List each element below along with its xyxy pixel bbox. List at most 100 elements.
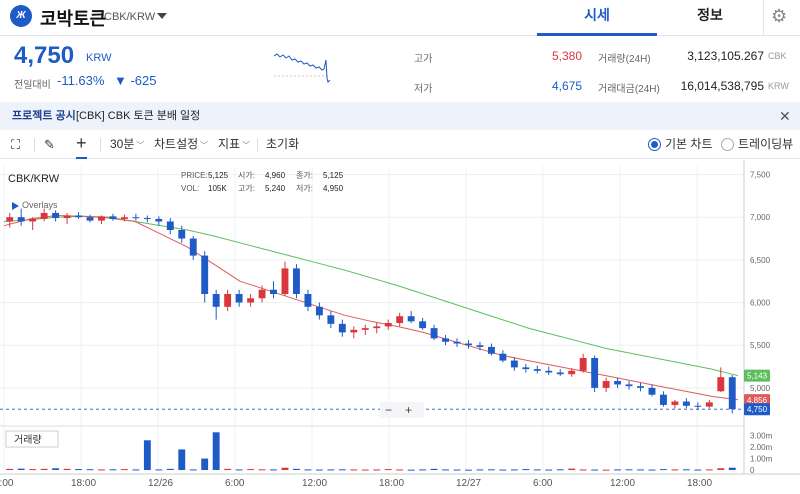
ohlc-price-label: PRICE: <box>181 171 208 180</box>
volume-bar <box>373 469 381 471</box>
candle-body <box>235 294 243 303</box>
ohlc-open-label: 시가: <box>238 171 255 180</box>
tab-info[interactable]: 정보 <box>650 0 770 36</box>
ohlc-high-value: 5,240 <box>265 184 286 193</box>
volume-bar <box>602 469 610 471</box>
candle-body <box>247 298 255 303</box>
notice-text[interactable]: [CBK] CBK 토큰 분배 일정 <box>76 102 200 130</box>
candlestick-chart[interactable]: 7,500 7,000 6,500 6,000 5,500 5,000 2:00 18:00 1… <box>0 160 800 494</box>
current-price: 4,750 <box>14 42 75 69</box>
candle-body <box>109 216 117 219</box>
coin-pair[interactable]: CBK/KRW <box>104 11 155 23</box>
tab-price[interactable]: 시세 <box>537 0 657 36</box>
divider <box>100 138 101 152</box>
volume-bar <box>568 468 576 470</box>
chevron-down-icon: ﹀ <box>200 141 209 150</box>
zoom-in-button[interactable]: + <box>405 403 412 417</box>
volume-bar <box>155 469 163 471</box>
volume-bar <box>487 469 495 471</box>
coin-dropdown-icon[interactable] <box>157 13 167 19</box>
volume-bars <box>6 432 736 471</box>
volume-bar <box>682 469 690 471</box>
chevron-down-icon: ﹀ <box>242 141 251 150</box>
chart-grid <box>0 166 744 470</box>
volume-bar <box>396 469 404 471</box>
volume-bar <box>591 469 599 471</box>
basic-chart-label[interactable]: 기본 차트 <box>665 130 713 159</box>
crosshair-icon[interactable]: + <box>76 130 87 159</box>
volume-bar <box>338 469 346 471</box>
ohlc-open-value: 4,960 <box>265 171 286 180</box>
project-notice[interactable]: 프로젝트 공시 [CBK] CBK 토큰 분배 일정 ✕ <box>0 102 800 130</box>
volume-bar <box>614 469 622 471</box>
zoom-out-button[interactable]: − <box>385 403 392 417</box>
candle-body <box>717 377 725 392</box>
tradingview-label[interactable]: 트레이딩뷰 <box>738 130 793 159</box>
coin-name[interactable]: 코박토큰 <box>40 5 106 31</box>
basic-chart-radio[interactable] <box>648 138 661 151</box>
chart-area[interactable]: 7,500 7,000 6,500 6,000 5,500 5,000 2:00 18:00 1… <box>0 160 800 494</box>
candle-body <box>568 370 576 375</box>
volume-bar <box>717 468 725 470</box>
ma-short-line <box>3 214 739 401</box>
pencil-icon[interactable]: ✎ <box>44 130 55 159</box>
tradingview-radio[interactable] <box>721 138 734 151</box>
change-amount: ▼ -625 <box>114 73 157 88</box>
y-tick-label: 5,500 <box>750 341 771 350</box>
change-rate: -11.63% <box>57 73 105 88</box>
volume-bar <box>442 469 449 471</box>
candle-body <box>384 323 392 327</box>
volume-bar <box>17 468 25 470</box>
candle-body <box>201 255 209 294</box>
candle-body <box>361 328 369 330</box>
candle-body <box>602 381 610 388</box>
candle-body <box>533 369 541 371</box>
fullscreen-icon[interactable]: ⛶ <box>11 130 20 159</box>
candle-body <box>614 381 622 385</box>
x-tick-label: 12:00 <box>610 478 635 489</box>
x-tick-label: 18:00 <box>71 478 96 489</box>
candle-body <box>453 341 461 344</box>
volume-bar <box>258 469 266 471</box>
volume-value: 3,123,105.267 <box>687 49 764 63</box>
indicators-select[interactable]: 지표 ﹀ <box>218 130 250 160</box>
volume-bar <box>75 469 82 471</box>
candle-body <box>338 323 346 333</box>
volume-bar <box>120 469 128 471</box>
ohlc-price-value: 5,125 <box>208 171 229 180</box>
candle-body <box>556 372 564 375</box>
volume-bar <box>86 469 94 471</box>
notice-label: 프로젝트 공시 <box>12 110 76 122</box>
volume-tick-label: 1.00m <box>750 455 773 464</box>
volume-bar <box>625 469 633 471</box>
interval-select[interactable]: 30분 ﹀ <box>110 130 144 160</box>
y-tick-label: 7,500 <box>750 171 771 180</box>
gear-icon[interactable]: ⚙ <box>771 6 787 27</box>
volume-bar <box>453 469 461 471</box>
candle-body <box>476 345 484 347</box>
candle-body <box>407 316 415 322</box>
x-tick-label: 18:00 <box>379 478 404 489</box>
ohlc-vol-value: 105K <box>208 184 227 193</box>
volume-tick-label: 2.00m <box>750 443 773 452</box>
volume-bar <box>224 468 232 470</box>
volume-bar <box>315 469 323 471</box>
volume-bar <box>545 469 553 471</box>
chart-settings-select[interactable]: 차트설정 ﹀ <box>154 130 208 160</box>
candle-body <box>591 358 599 388</box>
price-marker-label: 4,750 <box>747 405 768 414</box>
chart-overlay: CBK/KRW Overlays PRICE: 5,125 시가: 4,960 … <box>5 171 424 448</box>
volume-bar <box>270 469 277 471</box>
volume-bar <box>522 469 530 471</box>
reset-button[interactable]: 초기화 <box>266 130 299 159</box>
candle-body <box>499 353 507 361</box>
play-icon <box>12 202 19 210</box>
close-icon[interactable]: ✕ <box>779 102 791 130</box>
candle-body <box>281 268 289 294</box>
candles <box>6 208 736 414</box>
volume-bar <box>476 469 484 471</box>
volume-bar <box>29 469 37 471</box>
divider <box>257 138 258 152</box>
volume-bar <box>671 469 679 471</box>
ohlc-vol-label: VOL: <box>181 184 199 193</box>
